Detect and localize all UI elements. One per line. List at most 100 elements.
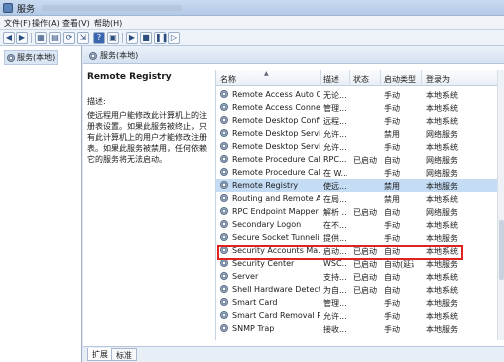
- service-description: 无论...: [323, 91, 347, 100]
- service-row[interactable]: Remote Procedure Cal... RPC... 已启动 自动 网络服务: [216, 153, 498, 166]
- console-tree: 服务(本地): [0, 46, 82, 362]
- service-name: Secondary Logon: [232, 220, 302, 229]
- gear-icon: [220, 285, 228, 293]
- service-name: Remote Access Conne...: [232, 103, 320, 112]
- list-header: 名称 ▲ 描述 状态 启动类型 登录为: [216, 70, 498, 86]
- service-status: 已启动: [353, 286, 377, 295]
- stop-icon[interactable]: ■: [140, 32, 152, 44]
- service-name: Remote Access Auto C...: [232, 90, 320, 99]
- menu-help[interactable]: 帮助(H): [94, 18, 122, 29]
- tab-standard[interactable]: 标准: [111, 348, 137, 361]
- console-tree-icon[interactable]: ▦: [35, 32, 47, 44]
- tree-node-services-local[interactable]: 服务(本地): [4, 50, 59, 65]
- menu-view[interactable]: 查看(V): [62, 18, 90, 29]
- gear-icon: [220, 155, 228, 163]
- column-header-log-on-as[interactable]: 登录为: [426, 74, 450, 85]
- selected-service-name: Remote Registry: [87, 72, 172, 82]
- service-description: 允许...: [323, 312, 347, 321]
- title-bar: 服务: [0, 0, 504, 16]
- service-row[interactable]: Smart Card 管理... 手动 本地服务: [216, 296, 498, 309]
- service-log-on-as: 本地系统: [426, 221, 458, 230]
- pane-header: 服务(本地): [83, 46, 504, 64]
- vertical-scrollbar[interactable]: [497, 70, 504, 340]
- gear-icon: [220, 207, 228, 215]
- play-icon[interactable]: ▶: [126, 32, 138, 44]
- gear-icon: [7, 53, 15, 62]
- service-row[interactable]: Remote Access Auto C... 无论... 手动 本地系统: [216, 88, 498, 101]
- view-icon[interactable]: ▣: [107, 32, 119, 44]
- properties-icon[interactable]: ▤: [49, 32, 61, 44]
- service-log-on-as: 网络服务: [426, 156, 458, 165]
- service-log-on-as: 网络服务: [426, 130, 458, 139]
- service-startup-type: 手动: [384, 91, 400, 100]
- service-row[interactable]: Remote Desktop Servi... 允许... 手动 本地系统: [216, 140, 498, 153]
- gear-icon: [220, 168, 228, 176]
- blurred-title-region: [42, 5, 182, 11]
- gear-icon: [220, 129, 228, 137]
- help-icon[interactable]: ?: [93, 32, 105, 44]
- restart-icon[interactable]: ▷: [168, 32, 180, 44]
- service-row[interactable]: Secondary Logon 在不... 手动 本地系统: [216, 218, 498, 231]
- column-header-status[interactable]: 状态: [353, 74, 369, 85]
- service-row[interactable]: Remote Access Conne... 管理... 手动 本地系统: [216, 101, 498, 114]
- service-row[interactable]: SNMP Trap 接收... 手动 本地服务: [216, 322, 498, 335]
- column-header-name[interactable]: 名称: [220, 74, 236, 85]
- service-startup-type: 禁用: [384, 130, 400, 139]
- service-log-on-as: 本地系统: [426, 104, 458, 113]
- service-name: RPC Endpoint Mapper: [232, 207, 319, 216]
- service-status: 已启动: [353, 260, 377, 269]
- gear-icon: [220, 142, 228, 150]
- service-description: 在局...: [323, 195, 347, 204]
- column-divider[interactable]: [349, 70, 350, 86]
- column-header-startup-type[interactable]: 启动类型: [384, 74, 416, 85]
- service-startup-type: 手动: [384, 143, 400, 152]
- column-header-description[interactable]: 描述: [323, 74, 339, 85]
- gear-icon: [220, 311, 228, 319]
- service-description: 远程...: [323, 117, 347, 126]
- pause-icon[interactable]: ❚❚: [154, 32, 168, 44]
- service-startup-type: 自动: [384, 286, 400, 295]
- back-arrow-icon[interactable]: ◀: [3, 32, 15, 44]
- service-row[interactable]: Routing and Remote A... 在局... 禁用 本地系统: [216, 192, 498, 205]
- service-log-on-as: 本地系统: [426, 312, 458, 321]
- menu-file[interactable]: 文件(F): [4, 18, 31, 29]
- service-log-on-as: 本地系统: [426, 91, 458, 100]
- forward-arrow-icon[interactable]: ▶: [16, 32, 28, 44]
- export-icon[interactable]: ⇲: [77, 32, 89, 44]
- service-row[interactable]: Shell Hardware Detecti...为自... 已启动自动 本地系统: [216, 283, 498, 296]
- service-row[interactable]: Remote Desktop Servi... 允许... 禁用 网络服务: [216, 127, 498, 140]
- service-row[interactable]: Server 支持... 已启动 自动 本地系统: [216, 270, 498, 283]
- service-description: 为自...: [323, 286, 347, 295]
- column-divider[interactable]: [421, 70, 422, 86]
- column-divider[interactable]: [380, 70, 381, 86]
- gear-icon: [220, 181, 228, 189]
- service-row[interactable]: RPC Endpoint Mapper 解析 ... 已启动 自动 网络服务: [216, 205, 498, 218]
- service-name: Remote Registry: [232, 181, 299, 190]
- service-startup-type: 禁用: [384, 182, 400, 191]
- scrollbar-thumb[interactable]: [499, 220, 504, 280]
- tab-extended[interactable]: 扩展: [87, 348, 113, 361]
- service-row[interactable]: Remote Procedure Cal... 在 W... 手动 网络服务: [216, 166, 498, 179]
- menu-action[interactable]: 操作(A): [32, 18, 60, 29]
- column-divider[interactable]: [320, 70, 321, 86]
- service-row[interactable]: Remote Registry 使远... 禁用 本地服务: [216, 179, 498, 192]
- service-startup-type: 手动: [384, 169, 400, 178]
- services-pane: 服务(本地) Remote Registry 描述: 使远程用户能修改此计算机上…: [83, 46, 504, 362]
- service-description: 解析 ...: [323, 208, 347, 217]
- service-log-on-as: 本地服务: [426, 260, 458, 269]
- gear-icon: [220, 103, 228, 111]
- gear-icon: [220, 194, 228, 202]
- service-description: 在不...: [323, 221, 347, 230]
- service-description: 提供...: [323, 234, 347, 243]
- service-row[interactable]: Smart Card Removal P... 允许... 手动 本地系统: [216, 309, 498, 322]
- description-label: 描述:: [87, 97, 106, 106]
- service-startup-type: 手动: [384, 104, 400, 113]
- service-log-on-as: 本地服务: [426, 299, 458, 308]
- service-row[interactable]: Secure Socket Tunneli... 提供... 手动 本地服务: [216, 231, 498, 244]
- service-log-on-as: 本地系统: [426, 273, 458, 282]
- service-description: 允许...: [323, 143, 347, 152]
- gear-icon: [220, 233, 228, 241]
- service-row[interactable]: Remote Desktop Confi... 远程... 手动 本地系统: [216, 114, 498, 127]
- service-startup-type: 手动: [384, 221, 400, 230]
- refresh-icon[interactable]: ⟳: [63, 32, 75, 44]
